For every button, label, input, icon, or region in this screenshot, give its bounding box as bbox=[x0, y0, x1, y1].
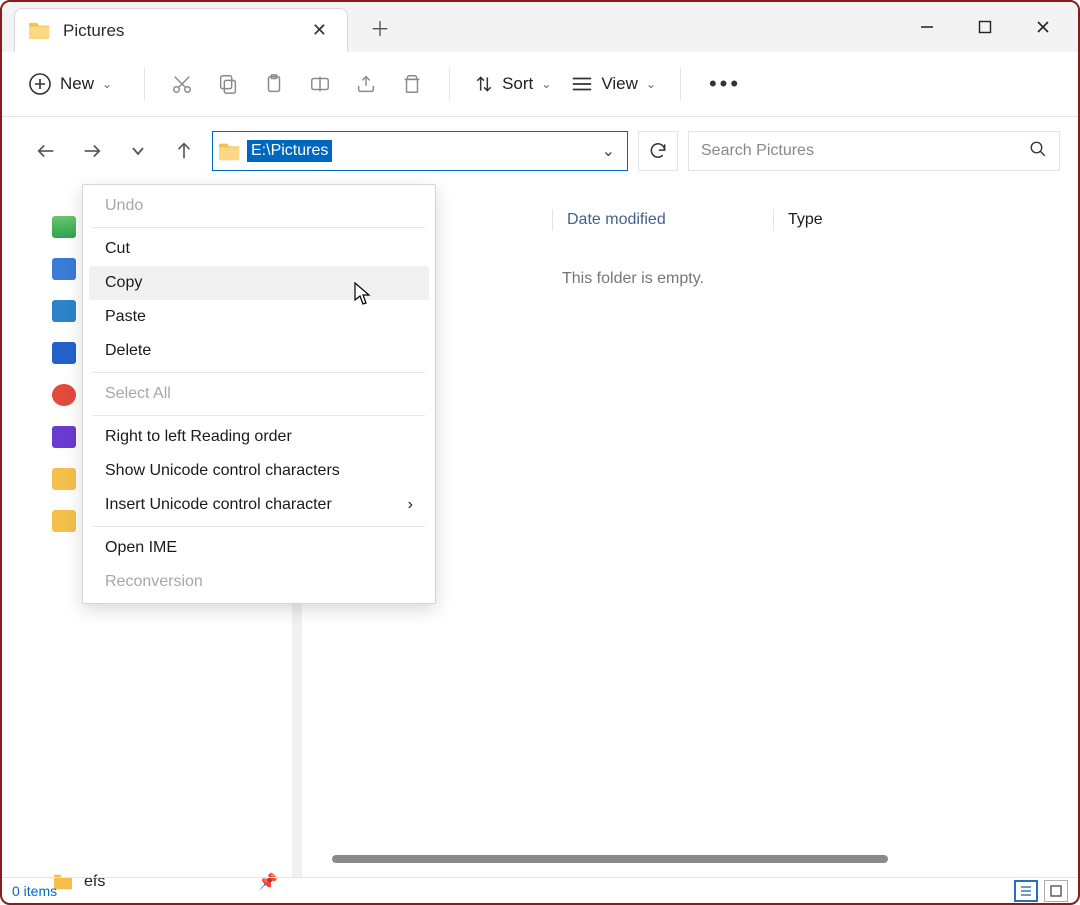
more-button[interactable]: ••• bbox=[709, 71, 741, 97]
status-bar: 0 items bbox=[2, 877, 1078, 903]
ctx-copy[interactable]: Copy bbox=[89, 266, 429, 300]
nav-row: E:\Pictures ⌄ Search Pictures bbox=[2, 117, 1078, 179]
address-history-button[interactable]: ⌄ bbox=[602, 141, 615, 161]
rename-icon[interactable] bbox=[297, 66, 343, 102]
folder-icon bbox=[219, 141, 241, 161]
title-bar: Pictures ✕ ＋ bbox=[2, 2, 1078, 52]
address-bar[interactable]: E:\Pictures ⌄ bbox=[212, 131, 628, 171]
search-box[interactable]: Search Pictures bbox=[688, 131, 1060, 171]
ctx-select-all: Select All bbox=[83, 377, 435, 411]
ctx-cut[interactable]: Cut bbox=[83, 232, 435, 266]
forward-button[interactable] bbox=[74, 133, 110, 169]
chevron-down-icon: ⌄ bbox=[102, 77, 112, 91]
new-label: New bbox=[60, 74, 94, 94]
downloads-icon[interactable] bbox=[52, 216, 76, 238]
up-button[interactable] bbox=[166, 133, 202, 169]
tab-title: Pictures bbox=[63, 21, 294, 41]
ctx-paste[interactable]: Paste bbox=[83, 300, 435, 334]
minimize-button[interactable] bbox=[898, 2, 956, 52]
ctx-reconversion: Reconversion bbox=[83, 565, 435, 599]
ctx-undo: Undo bbox=[83, 189, 435, 223]
toolbar-separator bbox=[144, 68, 145, 100]
cut-icon[interactable] bbox=[159, 66, 205, 102]
tab-pictures[interactable]: Pictures ✕ bbox=[14, 8, 348, 52]
tab-close-button[interactable]: ✕ bbox=[306, 16, 333, 45]
window-controls bbox=[898, 2, 1072, 52]
thumbnails-view-toggle[interactable] bbox=[1044, 880, 1068, 902]
status-item-count: 0 items bbox=[12, 883, 57, 899]
paste-icon[interactable] bbox=[251, 66, 297, 102]
search-placeholder: Search Pictures bbox=[701, 142, 1017, 160]
new-tab-button[interactable]: ＋ bbox=[368, 13, 392, 42]
delete-icon[interactable] bbox=[389, 66, 435, 102]
search-icon bbox=[1029, 140, 1047, 163]
ctx-open-ime[interactable]: Open IME bbox=[83, 531, 435, 565]
movies-icon[interactable] bbox=[52, 426, 76, 448]
videos-icon[interactable] bbox=[52, 342, 76, 364]
recent-locations-button[interactable] bbox=[120, 133, 156, 169]
pictures-icon[interactable] bbox=[52, 300, 76, 322]
chevron-down-icon: ⌄ bbox=[646, 77, 656, 91]
maximize-button[interactable] bbox=[956, 2, 1014, 52]
music-icon[interactable] bbox=[52, 384, 76, 406]
type-column[interactable]: Type bbox=[774, 211, 823, 229]
back-button[interactable] bbox=[28, 133, 64, 169]
details-view-toggle[interactable] bbox=[1014, 880, 1038, 902]
copy-icon[interactable] bbox=[205, 66, 251, 102]
sort-button[interactable]: Sort ⌄ bbox=[474, 74, 551, 94]
close-button[interactable] bbox=[1014, 2, 1072, 52]
cursor-icon bbox=[354, 282, 372, 306]
toolbar-separator bbox=[449, 68, 450, 100]
explorer-window: Pictures ✕ ＋ New ⌄ Sort ⌄ Vi bbox=[0, 0, 1080, 905]
share-icon[interactable] bbox=[343, 66, 389, 102]
folder-icon[interactable] bbox=[52, 510, 76, 532]
chevron-right-icon: › bbox=[408, 496, 413, 514]
folder-icon bbox=[29, 21, 51, 41]
toolbar-separator bbox=[680, 68, 681, 100]
folder-icon[interactable] bbox=[52, 468, 76, 490]
ctx-insert-unicode[interactable]: Insert Unicode control character› bbox=[83, 488, 435, 522]
empty-folder-message: This folder is empty. bbox=[562, 270, 704, 288]
chevron-down-icon: ⌄ bbox=[541, 77, 551, 91]
new-button[interactable]: New ⌄ bbox=[28, 72, 112, 96]
ctx-delete[interactable]: Delete bbox=[83, 334, 435, 368]
address-path[interactable]: E:\Pictures bbox=[247, 140, 332, 162]
view-label: View bbox=[601, 74, 638, 94]
ctx-show-unicode[interactable]: Show Unicode control characters bbox=[83, 454, 435, 488]
content-horizontal-scrollbar[interactable] bbox=[332, 855, 888, 863]
date-modified-column[interactable]: Date modified bbox=[553, 211, 773, 229]
refresh-button[interactable] bbox=[638, 131, 678, 171]
toolbar: New ⌄ Sort ⌄ View ⌄ ••• bbox=[2, 52, 1078, 117]
sort-label: Sort bbox=[502, 74, 533, 94]
ctx-rtl[interactable]: Right to left Reading order bbox=[83, 420, 435, 454]
context-menu: Undo Cut Copy Paste Delete Select All Ri… bbox=[82, 184, 436, 604]
view-button[interactable]: View ⌄ bbox=[571, 74, 656, 94]
documents-icon[interactable] bbox=[52, 258, 76, 280]
